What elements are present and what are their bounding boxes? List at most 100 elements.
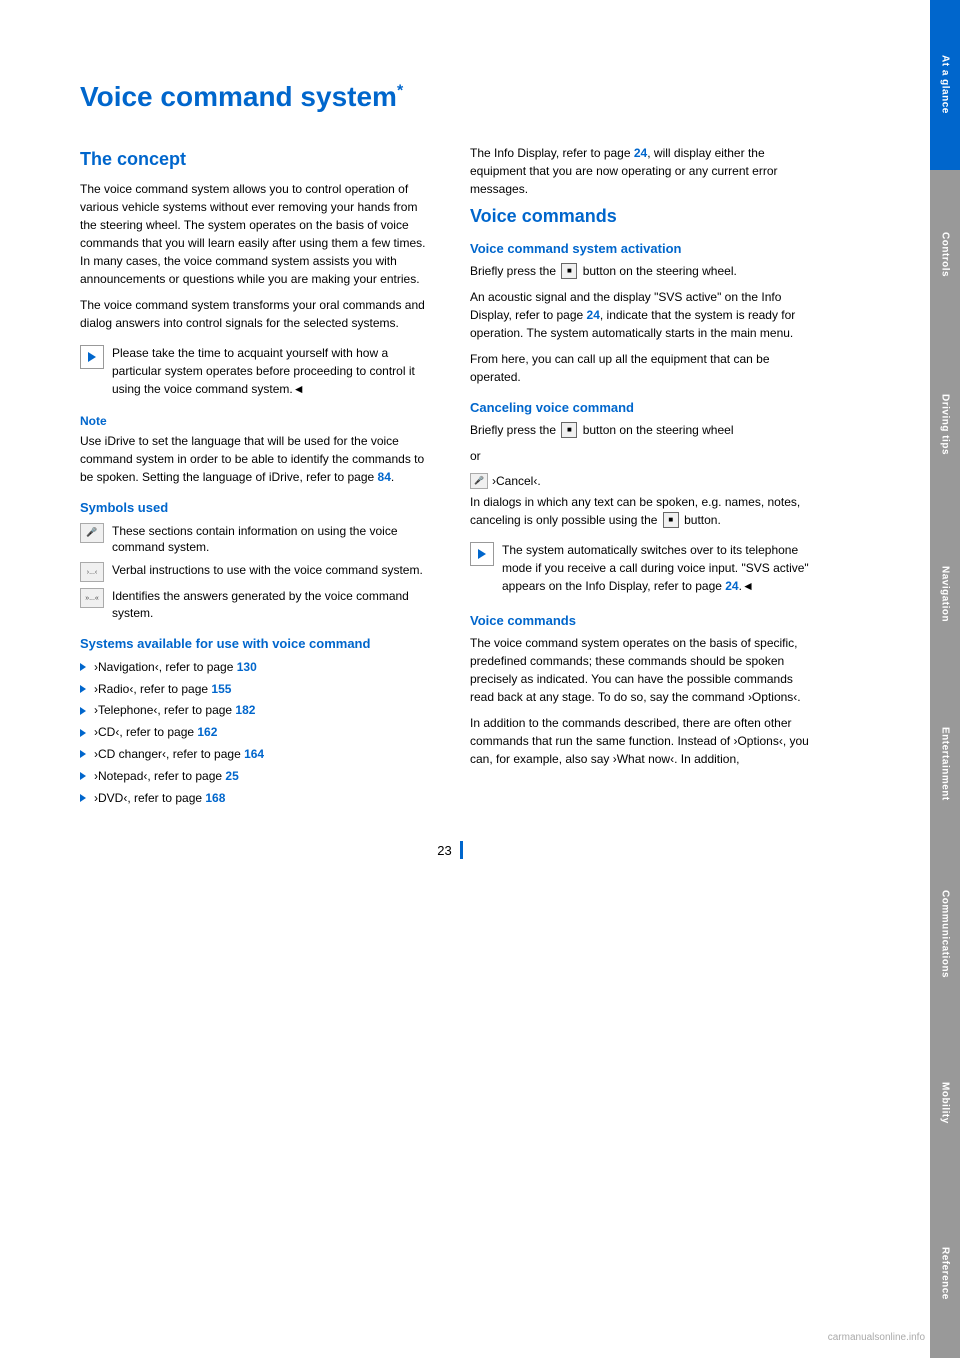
sidebar-tab-controls[interactable]: Controls xyxy=(930,170,960,340)
verbal-instruction-icon: ›...‹ xyxy=(80,562,104,582)
info-display-text: The Info Display, refer to page 24, will… xyxy=(470,144,820,198)
activation-page-link[interactable]: 24 xyxy=(587,308,600,322)
systems-heading: Systems available for use with voice com… xyxy=(80,636,430,651)
concept-info-box: Please take the time to acquaint yoursel… xyxy=(80,340,430,402)
watermark: carmanualsonline.info xyxy=(828,1332,925,1343)
cancel-cmd-text: ›Cancel‹. xyxy=(492,474,541,488)
list-item-text: ›DVD‹, refer to page 168 xyxy=(94,790,225,807)
answer-icon: »...« xyxy=(80,588,104,608)
voice-commands-text-1: The voice command system operates on the… xyxy=(470,634,820,706)
symbol-row-3: »...« Identifies the answers generated b… xyxy=(80,588,430,622)
page-title: Voice command system* xyxy=(80,80,820,114)
list-arrow-icon xyxy=(80,663,86,671)
symbols-section: Symbols used 🎤 These sections contain in… xyxy=(80,500,430,622)
right-column: The Info Display, refer to page 24, will… xyxy=(470,144,820,812)
radio-page-link[interactable]: 155 xyxy=(211,682,231,696)
list-item: ›CD changer‹, refer to page 164 xyxy=(80,746,430,763)
list-arrow-icon xyxy=(80,729,86,737)
cd-changer-page-link[interactable]: 164 xyxy=(244,747,264,761)
page-title-text: Voice command system xyxy=(80,81,397,112)
dvd-page-link[interactable]: 168 xyxy=(205,791,225,805)
symbols-heading: Symbols used xyxy=(80,500,430,515)
list-item-text: ›Radio‹, refer to page 155 xyxy=(94,681,231,698)
telephone-page-link[interactable]: 182 xyxy=(235,703,255,717)
info-display-page-link[interactable]: 24 xyxy=(634,146,647,160)
list-item: ›Radio‹, refer to page 155 xyxy=(80,681,430,698)
page-number-line: 23 xyxy=(80,841,820,859)
page-number-container: 23 xyxy=(80,841,820,859)
page-number: 23 xyxy=(437,843,451,858)
sidebar-tab-communications[interactable]: Communications xyxy=(930,849,960,1019)
activation-heading: Voice command system activation xyxy=(470,241,820,256)
cancel-voice-icon: 🎤 xyxy=(470,473,488,489)
systems-section: Systems available for use with voice com… xyxy=(80,636,430,807)
page-container: Voice command system* The concept The vo… xyxy=(0,0,960,1358)
voice-commands-text-2: In addition to the commands described, t… xyxy=(470,714,820,768)
concept-info-text: Please take the time to acquaint yoursel… xyxy=(112,344,430,398)
list-arrow-icon xyxy=(80,685,86,693)
nav-page-link[interactable]: 130 xyxy=(237,660,257,674)
two-column-layout: The concept The voice command system all… xyxy=(80,144,820,812)
list-item: ›Notepad‹, refer to page 25 xyxy=(80,768,430,785)
sidebar: At a glance Controls Driving tips Naviga… xyxy=(930,0,960,1358)
canceling-info-page-link[interactable]: 24 xyxy=(725,579,738,593)
activation-section: Voice command system activation Briefly … xyxy=(470,241,820,386)
symbol-text-3: Identifies the answers generated by the … xyxy=(112,588,430,622)
canceling-text-1: Briefly press the ■ button on the steeri… xyxy=(470,421,820,439)
note-text: Use iDrive to set the language that will… xyxy=(80,432,430,486)
list-item: ›DVD‹, refer to page 168 xyxy=(80,790,430,807)
symbol-text-1: These sections contain information on us… xyxy=(112,523,430,557)
canceling-section: Canceling voice command Briefly press th… xyxy=(470,400,820,599)
sidebar-tab-driving-tips[interactable]: Driving tips xyxy=(930,340,960,510)
list-item-text: ›CD‹, refer to page 162 xyxy=(94,724,217,741)
cd-page-link[interactable]: 162 xyxy=(197,725,217,739)
list-item-text: ›Telephone‹, refer to page 182 xyxy=(94,702,255,719)
voice-commands-heading: Voice commands xyxy=(470,206,820,227)
dialog-button-icon: ■ xyxy=(663,512,679,528)
concept-para-2: The voice command system transforms your… xyxy=(80,296,430,332)
note-section: Note Use iDrive to set the language that… xyxy=(80,414,430,486)
canceling-info-box: The system automatically switches over t… xyxy=(470,537,820,599)
sidebar-tab-at-a-glance[interactable]: At a glance xyxy=(930,0,960,170)
voice-commands-detail-section: Voice commands The voice command system … xyxy=(470,613,820,768)
sidebar-tab-navigation[interactable]: Navigation xyxy=(930,509,960,679)
voice-commands-sub-heading: Voice commands xyxy=(470,613,820,628)
list-arrow-icon xyxy=(80,707,86,715)
note-page-link[interactable]: 84 xyxy=(378,470,391,484)
list-arrow-icon xyxy=(80,794,86,802)
list-item-text: ›CD changer‹, refer to page 164 xyxy=(94,746,264,763)
or-text: or xyxy=(470,447,820,465)
list-arrow-icon xyxy=(80,772,86,780)
list-item-text: ›Navigation‹, refer to page 130 xyxy=(94,659,257,676)
activation-text-2: An acoustic signal and the display "SVS … xyxy=(470,288,820,342)
main-content: Voice command system* The concept The vo… xyxy=(0,0,880,1358)
activation-text-1: Briefly press the ■ button on the steeri… xyxy=(470,262,820,280)
canceling-arrow-icon xyxy=(470,542,494,566)
symbol-text-2: Verbal instructions to use with the voic… xyxy=(112,562,423,579)
left-column: The concept The voice command system all… xyxy=(80,144,430,812)
concept-heading: The concept xyxy=(80,149,430,170)
symbol-row-1: 🎤 These sections contain information on … xyxy=(80,523,430,557)
steering-button-icon: ■ xyxy=(561,263,577,279)
arrow-shape xyxy=(88,352,96,362)
sidebar-tab-entertainment[interactable]: Entertainment xyxy=(930,679,960,849)
info-arrow-icon xyxy=(80,345,104,369)
note-heading: Note xyxy=(80,414,430,428)
list-item: ›Telephone‹, refer to page 182 xyxy=(80,702,430,719)
cancel-command-row: 🎤 ›Cancel‹. xyxy=(470,473,820,489)
list-item: ›Navigation‹, refer to page 130 xyxy=(80,659,430,676)
notepad-page-link[interactable]: 25 xyxy=(225,769,238,783)
concept-section: The concept The voice command system all… xyxy=(80,149,430,402)
voice-system-icon: 🎤 xyxy=(80,523,104,543)
canceling-text-2: In dialogs in which any text can be spok… xyxy=(470,493,820,529)
canceling-info-text: The system automatically switches over t… xyxy=(502,541,820,595)
sidebar-tab-reference[interactable]: Reference xyxy=(930,1188,960,1358)
canceling-arrow-shape xyxy=(478,549,486,559)
activation-text-3: From here, you can call up all the equip… xyxy=(470,350,820,386)
list-arrow-icon xyxy=(80,750,86,758)
page-number-bar xyxy=(460,841,463,859)
sidebar-tab-mobility[interactable]: Mobility xyxy=(930,1019,960,1189)
list-item: ›CD‹, refer to page 162 xyxy=(80,724,430,741)
canceling-heading: Canceling voice command xyxy=(470,400,820,415)
list-item-text: ›Notepad‹, refer to page 25 xyxy=(94,768,239,785)
